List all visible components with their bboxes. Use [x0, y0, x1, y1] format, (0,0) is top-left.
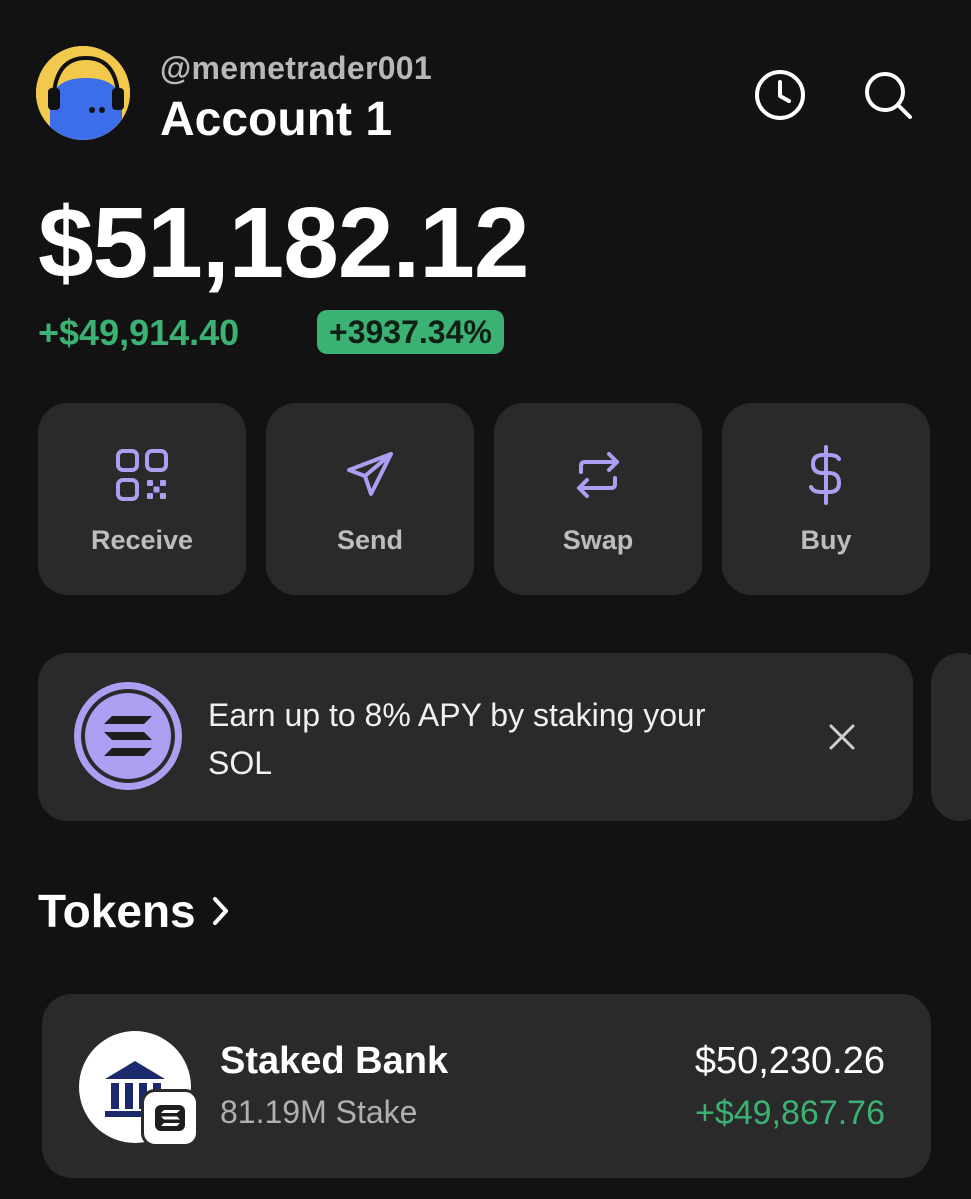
- token-change: +$49,867.76: [694, 1094, 885, 1132]
- banner-message: Earn up to 8% APY by staking your SOL: [208, 697, 706, 781]
- receive-button[interactable]: Receive: [38, 403, 246, 595]
- clock-icon: [755, 70, 805, 120]
- username: @memetrader001: [160, 50, 432, 86]
- receive-label: Receive: [90, 525, 194, 555]
- token-amount: 81.19M Stake: [220, 1094, 418, 1130]
- avatar-ghost-icon: [36, 46, 130, 140]
- send-label: Send: [336, 525, 403, 555]
- swap-icon: [577, 452, 619, 498]
- dollar-icon: [809, 445, 842, 505]
- token-value: $50,230.26: [694, 1040, 885, 1082]
- tokens-section-header[interactable]: Tokens: [38, 884, 232, 938]
- staking-promo-banner[interactable]: Earn up to 8% APY by staking your SOL: [38, 653, 913, 821]
- account-name[interactable]: Account 1: [160, 92, 392, 147]
- send-button[interactable]: Send: [266, 403, 474, 595]
- action-buttons: Receive Send Swap Buy: [38, 403, 932, 595]
- history-button[interactable]: [751, 66, 809, 124]
- balance-change-value: +$49,914.40: [38, 312, 240, 353]
- token-row[interactable]: Staked Bank 81.19M Stake $50,230.26 +$49…: [42, 994, 931, 1178]
- solana-icon: [72, 680, 184, 792]
- wallet-home-screen: @memetrader001 Account 1 $51,182.12 +$49…: [0, 0, 971, 1199]
- total-balance: $51,182.12: [38, 187, 529, 299]
- balance-change-percent-badge: +3937.34%: [317, 310, 504, 354]
- buy-button[interactable]: Buy: [722, 403, 930, 595]
- chevron-right-icon: [210, 894, 232, 928]
- buy-label: Buy: [800, 525, 852, 555]
- qr-code-icon: [116, 449, 168, 501]
- next-banner-peek[interactable]: [931, 653, 971, 821]
- avatar[interactable]: [36, 46, 130, 140]
- search-button[interactable]: [859, 66, 917, 124]
- tokens-title: Tokens: [38, 885, 196, 937]
- send-icon: [347, 452, 393, 496]
- solana-badge-icon: [141, 1089, 199, 1147]
- close-icon: [829, 724, 855, 750]
- banner-close-button[interactable]: [820, 715, 864, 759]
- token-name: Staked Bank: [220, 1040, 449, 1082]
- swap-label: Swap: [562, 525, 634, 555]
- swap-button[interactable]: Swap: [494, 403, 702, 595]
- search-icon: [865, 72, 912, 119]
